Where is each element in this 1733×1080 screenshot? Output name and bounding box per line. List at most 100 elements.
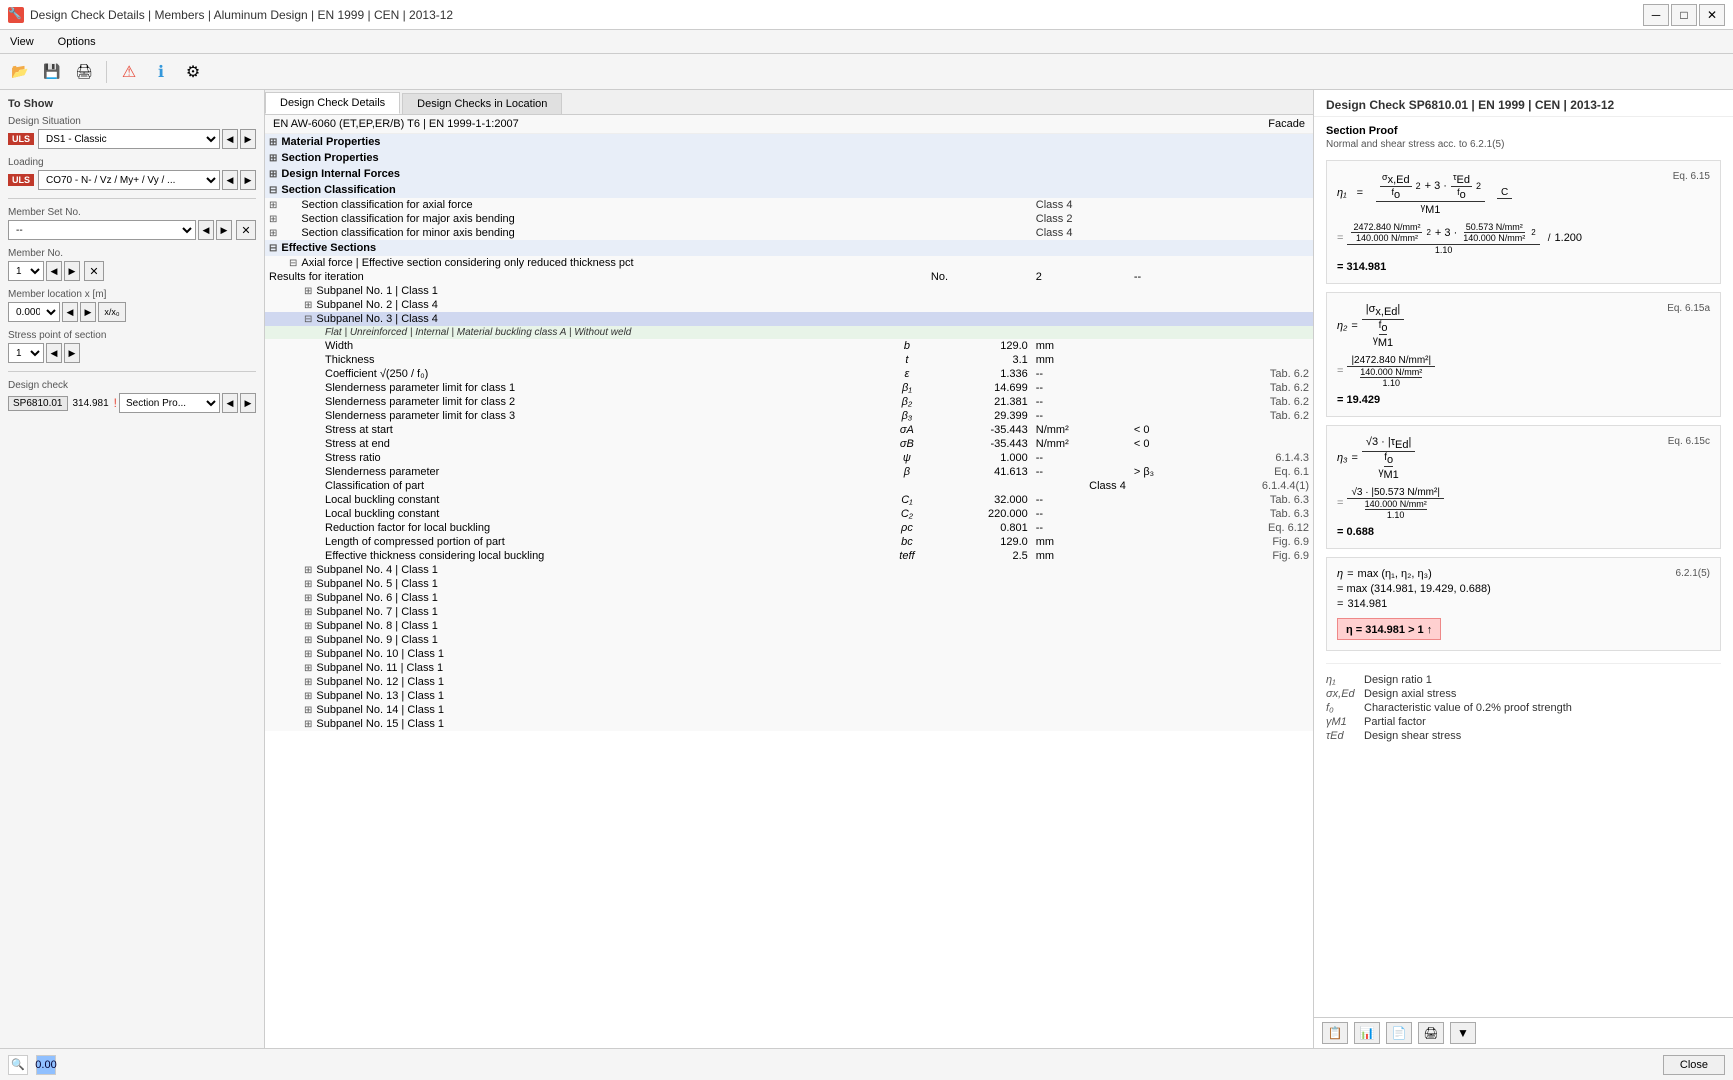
sp3-slender-row[interactable]: Slenderness parameter β 41.613 -- > β₃ E…: [265, 465, 1313, 479]
results-no-val: 2: [1032, 270, 1130, 284]
sp14-row[interactable]: ⊞Subpanel No. 14 | Class 1: [265, 703, 1313, 717]
class-major-row[interactable]: ⊞Section classification for major axis b…: [265, 212, 1313, 226]
legend-val-1: Design axial stress: [1364, 688, 1456, 700]
member-location-next[interactable]: ▶: [80, 302, 96, 322]
maximize-button[interactable]: □: [1671, 4, 1697, 26]
loading-prev[interactable]: ◀: [222, 170, 238, 190]
footer-btn-2[interactable]: 📊: [1354, 1022, 1380, 1044]
sp3-teff-row[interactable]: Effective thickness considering local bu…: [265, 549, 1313, 563]
sp3-beta1-row[interactable]: Slenderness parameter limit for class 1 …: [265, 381, 1313, 395]
subpanel-1-row[interactable]: ⊞Subpanel No. 1 | Class 1: [265, 284, 1313, 298]
table-area[interactable]: ⊞Material Properties ⊞Section Properties…: [265, 134, 1313, 1048]
member-set-dropdown[interactable]: --: [8, 220, 196, 240]
footer-btn-dropdown[interactable]: ▼: [1450, 1022, 1476, 1044]
member-no-prev[interactable]: ◀: [46, 261, 62, 281]
sp12-row[interactable]: ⊞Subpanel No. 12 | Class 1: [265, 675, 1313, 689]
member-set-prev[interactable]: ◀: [198, 220, 214, 240]
effective-sections-row[interactable]: ⊟Effective Sections: [265, 240, 1313, 256]
sp3-coeff-row[interactable]: Coefficient √(250 / f₀) ε 1.336 -- Tab. …: [265, 367, 1313, 381]
member-no-next[interactable]: ▶: [64, 261, 80, 281]
stress-point-prev[interactable]: ◀: [46, 343, 62, 363]
sp3-c2-row[interactable]: Local buckling constant C₂ 220.000 -- Ta…: [265, 507, 1313, 521]
design-internal-forces-row[interactable]: ⊞Design Internal Forces: [265, 166, 1313, 182]
status-icon-2[interactable]: 0.00: [36, 1055, 56, 1075]
sp4-row[interactable]: ⊞Subpanel No. 4 | Class 1: [265, 563, 1313, 577]
class-minor-row[interactable]: ⊞Section classification for minor axis b…: [265, 226, 1313, 240]
member-location-prev[interactable]: ◀: [62, 302, 78, 322]
sp3-bc-row[interactable]: Length of compressed portion of part bc …: [265, 535, 1313, 549]
check-type-dropdown[interactable]: Section Pro...: [119, 393, 220, 413]
toolbar-btn-5[interactable]: ℹ: [147, 58, 175, 86]
tab-location[interactable]: Design Checks in Location: [402, 93, 562, 114]
toolbar-btn-3[interactable]: 🖨: [70, 58, 98, 86]
axial-force-label: Axial force | Effective section consider…: [301, 257, 633, 269]
toolbar-btn-1[interactable]: 📂: [6, 58, 34, 86]
sp3-beta3-row[interactable]: Slenderness parameter limit for class 3 …: [265, 409, 1313, 423]
member-no-dropdown[interactable]: 1: [8, 261, 44, 281]
sp6-row[interactable]: ⊞Subpanel No. 6 | Class 1: [265, 591, 1313, 605]
sp3-stressB-row[interactable]: Stress at end σB -35.443 N/mm² < 0: [265, 437, 1313, 451]
expand-section-props[interactable]: ⊞: [269, 153, 277, 164]
sp3-thickness-row[interactable]: Thickness t 3.1 mm: [265, 353, 1313, 367]
check-prev[interactable]: ◀: [222, 393, 238, 413]
sp3-beta2-row[interactable]: Slenderness parameter limit for class 2 …: [265, 395, 1313, 409]
expand-effective[interactable]: ⊟: [269, 243, 277, 254]
sp15-row[interactable]: ⊞Subpanel No. 15 | Class 1: [265, 717, 1313, 731]
close-button-status[interactable]: Close: [1663, 1055, 1725, 1075]
subpanel-3-row[interactable]: ⊟Subpanel No. 3 | Class 4: [265, 312, 1313, 326]
sp5-row[interactable]: ⊞Subpanel No. 5 | Class 1: [265, 577, 1313, 591]
toolbar-btn-4[interactable]: ⚠: [115, 58, 143, 86]
section-classification-row[interactable]: ⊟Section Classification: [265, 182, 1313, 198]
sp3-width-ref: [1192, 339, 1313, 353]
material-properties-row[interactable]: ⊞Material Properties: [265, 134, 1313, 150]
sp3-width-row[interactable]: Width b 129.0 mm: [265, 339, 1313, 353]
subpanel-2-row[interactable]: ⊞Subpanel No. 2 | Class 4: [265, 298, 1313, 312]
loading-next[interactable]: ▶: [240, 170, 256, 190]
member-no-del[interactable]: ✕: [84, 261, 104, 281]
status-icon-1[interactable]: 🔍: [8, 1055, 28, 1075]
sp3-rho-row[interactable]: Reduction factor for local buckling ρc 0…: [265, 521, 1313, 535]
sp8-row[interactable]: ⊞Subpanel No. 8 | Class 1: [265, 619, 1313, 633]
sp7-row[interactable]: ⊞Subpanel No. 7 | Class 1: [265, 605, 1313, 619]
expand-section-class[interactable]: ⊟: [269, 185, 277, 196]
footer-btn-print[interactable]: 🖨: [1418, 1022, 1444, 1044]
expand-material[interactable]: ⊞: [269, 137, 277, 148]
sp3-class-part-row[interactable]: Classification of part Class 4 6.1.4.4(1…: [265, 479, 1313, 493]
stress-point-dropdown[interactable]: 1: [8, 343, 44, 363]
footer-btn-3[interactable]: 📄: [1386, 1022, 1412, 1044]
design-situation-section: Design Situation ULS DS1 - Classic ◀ ▶: [8, 116, 256, 149]
sp11-row[interactable]: ⊞Subpanel No. 11 | Class 1: [265, 661, 1313, 675]
situation-prev[interactable]: ◀: [222, 129, 238, 149]
class-axial-row[interactable]: ⊞Section classification for axial force …: [265, 198, 1313, 212]
sp3-beta3-ref: Tab. 6.2: [1192, 409, 1313, 423]
member-set-next[interactable]: ▶: [216, 220, 232, 240]
sp13-row[interactable]: ⊞Subpanel No. 13 | Class 1: [265, 689, 1313, 703]
close-button[interactable]: ✕: [1699, 4, 1725, 26]
situation-dropdown[interactable]: DS1 - Classic: [38, 129, 220, 149]
sp3-c1-row[interactable]: Local buckling constant C₁ 32.000 -- Tab…: [265, 493, 1313, 507]
sp3-stressA-row[interactable]: Stress at start σA -35.443 N/mm² < 0: [265, 423, 1313, 437]
sp10-row[interactable]: ⊞Subpanel No. 10 | Class 1: [265, 647, 1313, 661]
sp3-coeff-sym: ε: [887, 367, 927, 381]
situation-next[interactable]: ▶: [240, 129, 256, 149]
right-content[interactable]: Section Proof Normal and shear stress ac…: [1314, 117, 1733, 1017]
menu-view[interactable]: View: [6, 34, 38, 50]
loading-dropdown[interactable]: CO70 - N- / Vz / My+ / Vy / ...: [38, 170, 220, 190]
footer-btn-1[interactable]: 📋: [1322, 1022, 1348, 1044]
sp3-stress-ratio-row[interactable]: Stress ratio ψ 1.000 -- 6.1.4.3: [265, 451, 1313, 465]
toolbar-btn-6[interactable]: ⚙: [179, 58, 207, 86]
menu-options[interactable]: Options: [54, 34, 100, 50]
minimize-button[interactable]: ─: [1643, 4, 1669, 26]
axial-force-section-row[interactable]: ⊟Axial force | Effective section conside…: [265, 256, 1313, 270]
section-properties-row[interactable]: ⊞Section Properties: [265, 150, 1313, 166]
member-set-del[interactable]: ✕: [236, 220, 256, 240]
eta-max-label: max (η₁, η₂, η₃): [1358, 568, 1432, 580]
member-location-ratio[interactable]: x/x₀: [98, 302, 126, 322]
tab-details[interactable]: Design Check Details: [265, 92, 400, 114]
toolbar-btn-2[interactable]: 💾: [38, 58, 66, 86]
expand-internal-forces[interactable]: ⊞: [269, 169, 277, 180]
stress-point-next[interactable]: ▶: [64, 343, 80, 363]
member-location-dropdown[interactable]: 0.000: [8, 302, 60, 322]
sp9-row[interactable]: ⊞Subpanel No. 9 | Class 1: [265, 633, 1313, 647]
check-next[interactable]: ▶: [240, 393, 256, 413]
